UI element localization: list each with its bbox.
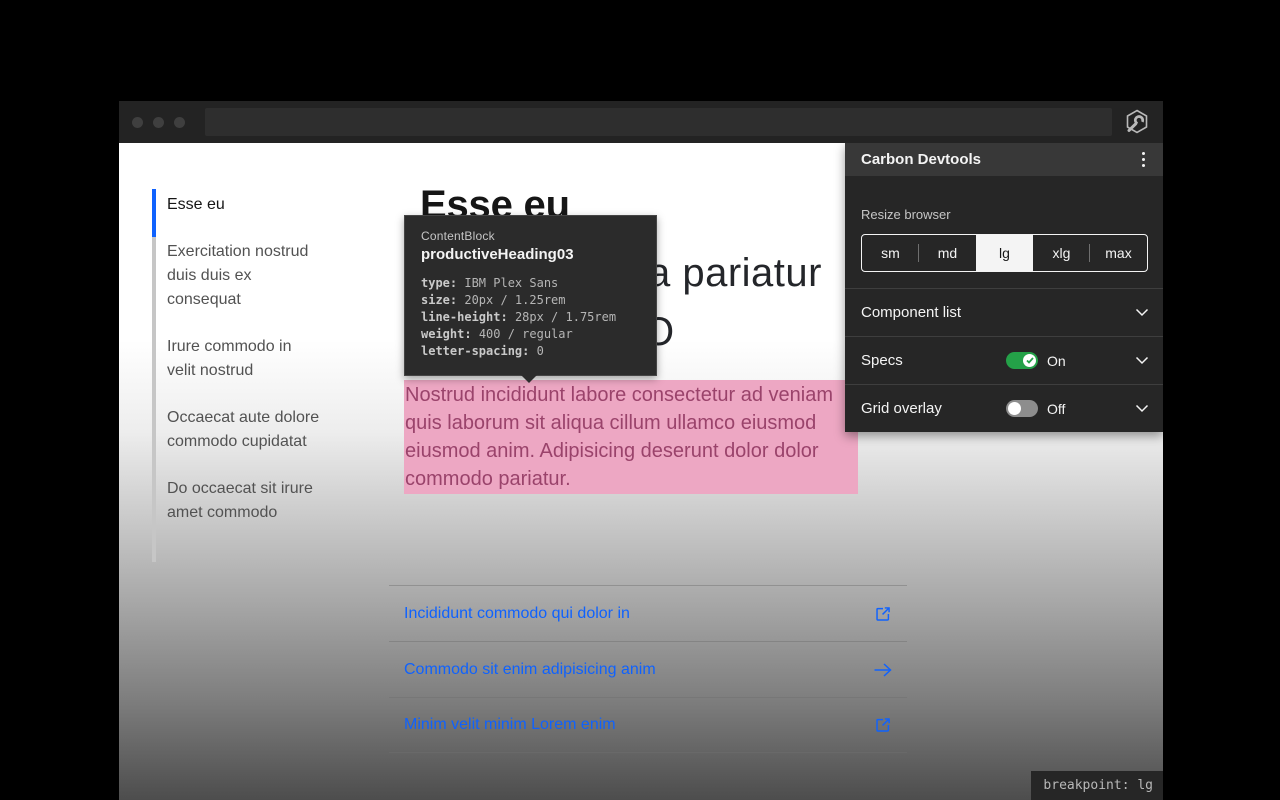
tooltip-specs-list: type: IBM Plex Sans size: 20px / 1.25rem… [421,275,640,360]
toggle-state-label: On [1047,353,1066,369]
row-label: Specs [861,352,1006,369]
window-dot-icon[interactable] [132,117,143,128]
link-label[interactable]: Minim velit minim Lorem enim [404,716,616,734]
tooltip-pointer [521,375,537,383]
arrow-right-icon[interactable] [873,660,893,680]
chevron-down-icon[interactable] [1135,308,1149,317]
toc-item[interactable]: Esse eu [167,193,322,217]
tooltip-type-token: productiveHeading03 [421,246,640,263]
link-label[interactable]: Incididunt commodo qui dolor in [404,605,630,623]
accordion-row-specs[interactable]: Specs On [845,336,1163,384]
row-label: Component list [861,304,1006,321]
spec-line: letter-spacing: 0 [421,343,640,360]
devtools-panel: Carbon Devtools Resize browser sm md lg … [845,143,1163,432]
page-viewport: Esse eu Exercitation nostrud duis duis e… [119,143,1163,800]
breakpoint-status-badge: breakpoint: lg [1031,771,1163,800]
kebab-menu-icon[interactable] [1138,148,1149,171]
tooltip-component-name: ContentBlock [421,229,640,243]
toggle-knob [1023,354,1036,367]
link-row[interactable]: Incididunt commodo qui dolor in [389,585,907,641]
devtools-title: Carbon Devtools [861,151,981,168]
toc-active-indicator [152,189,156,237]
breakpoint-button-max[interactable]: max [1090,235,1147,271]
specs-tooltip: ContentBlock productiveHeading03 type: I… [404,215,657,376]
link-list: Incididunt commodo qui dolor in Commodo … [389,585,907,753]
window-dot-icon[interactable] [153,117,164,128]
toc-item[interactable]: Occaecat aute dolore commodo cupidatat [167,406,322,454]
resize-browser-label: Resize browser [861,207,951,222]
breakpoint-button-lg[interactable]: lg [976,235,1033,271]
grid-overlay-toggle-off[interactable] [1006,400,1038,417]
specs-toggle-on[interactable] [1006,352,1038,369]
browser-window: Esse eu Exercitation nostrud duis duis e… [119,101,1163,800]
subtitle-fragment: a pariatur [648,253,822,293]
breakpoint-button-group: sm md lg xlg max [861,234,1148,272]
spec-line: weight: 400 / regular [421,326,640,343]
spec-line: line-height: 28px / 1.75rem [421,309,640,326]
devtools-header: Carbon Devtools [845,143,1163,176]
window-dot-icon[interactable] [174,117,185,128]
spec-line: size: 20px / 1.25rem [421,292,640,309]
toggle-knob [1008,402,1021,415]
toc-rule [152,189,156,562]
toggle-state-label: Off [1047,401,1065,417]
chevron-down-icon[interactable] [1135,404,1149,413]
accordion-row-grid-overlay[interactable]: Grid overlay Off [845,384,1163,432]
link-row[interactable]: Commodo sit enim adipisicing anim [389,641,907,697]
breakpoint-button-xlg[interactable]: xlg [1033,235,1090,271]
accordion-row-component-list[interactable]: Component list [845,288,1163,336]
launch-icon[interactable] [873,604,893,624]
toc-item[interactable]: Exercitation nostrud duis duis ex conseq… [167,240,322,312]
link-label[interactable]: Commodo sit enim adipisicing anim [404,661,656,679]
toc-item[interactable]: Do occaecat sit irure amet commodo [167,477,322,525]
toc-item[interactable]: Irure commodo in velit nostrud [167,335,322,383]
launch-icon[interactable] [873,715,893,735]
browser-chrome [119,101,1163,143]
wrench-hexagon-icon [1122,107,1152,137]
address-bar-input[interactable] [205,108,1112,136]
breakpoint-button-md[interactable]: md [919,235,976,271]
devtools-extension-button[interactable] [1122,107,1152,137]
table-of-contents: Esse eu Exercitation nostrud duis duis e… [167,193,322,548]
spec-line: type: IBM Plex Sans [421,275,640,292]
highlighted-paragraph: Nostrud incididunt labore consectetur ad… [404,380,858,494]
breakpoint-button-sm[interactable]: sm [862,235,919,271]
chevron-down-icon[interactable] [1135,356,1149,365]
devtools-accordion: Component list Specs [845,288,1163,432]
link-row[interactable]: Minim velit minim Lorem enim [389,697,907,753]
window-controls[interactable] [132,117,185,128]
row-label: Grid overlay [861,400,1006,417]
